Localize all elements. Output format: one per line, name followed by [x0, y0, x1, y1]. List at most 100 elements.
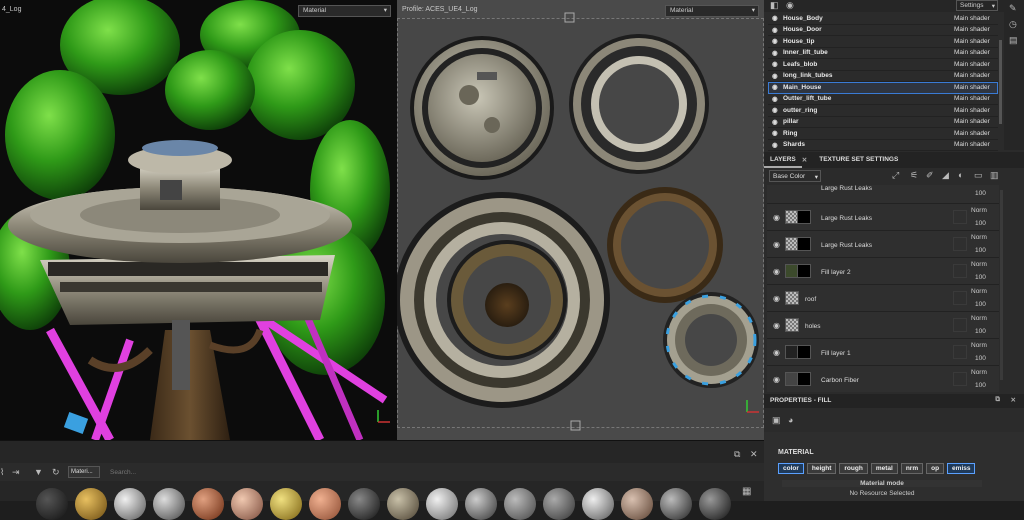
material-thumb[interactable]: [465, 488, 497, 520]
texture-set-shader[interactable]: Main shader: [954, 61, 998, 68]
layer-row[interactable]: ◉ roof Norm 100: [767, 285, 999, 312]
layer-row[interactable]: ◉ Fill layer 1 Norm 100: [767, 339, 999, 366]
layer-row-partial[interactable]: Large Rust Leaks 100: [767, 185, 999, 204]
eye-icon[interactable]: ◉: [773, 267, 780, 276]
layer-blend-mode[interactable]: Norm: [971, 234, 987, 241]
shelf-tab-materials[interactable]: Materi...: [68, 466, 100, 478]
channel-height-button[interactable]: height: [806, 463, 837, 474]
material-sphere-icon[interactable]: ◕: [788, 416, 793, 425]
texture-set-scrollbar[interactable]: [999, 40, 1002, 124]
history-icon[interactable]: ◷: [1009, 20, 1017, 29]
folder-icon[interactable]: ▭: [974, 171, 983, 180]
fill-icon[interactable]: ◢: [942, 171, 949, 180]
shelf-search-input[interactable]: [110, 466, 730, 478]
texture-set-row[interactable]: ◉ Leafs_blob Main shader: [768, 59, 998, 71]
texture-set-shader[interactable]: Main shader: [954, 107, 998, 114]
material-thumb[interactable]: [348, 488, 380, 520]
eye-icon[interactable]: ◉: [772, 95, 780, 103]
layers-scrollbar[interactable]: [1000, 190, 1003, 380]
material-thumb[interactable]: [75, 488, 107, 520]
mask-icon[interactable]: ◐: [958, 171, 963, 180]
channel-nrm-button[interactable]: nrm: [900, 463, 924, 474]
layer-blend-mode[interactable]: Norm: [971, 261, 987, 268]
material-thumb[interactable]: [699, 488, 731, 520]
channel-op-button[interactable]: op: [926, 463, 945, 474]
material-thumb[interactable]: [153, 488, 185, 520]
eye-icon[interactable]: ◉: [772, 141, 780, 149]
material-thumb[interactable]: [309, 488, 341, 520]
texture-set-row[interactable]: ◉ Inner_lift_tube Main shader: [768, 48, 998, 59]
undock-icon[interactable]: ⧉: [734, 450, 740, 459]
layer-extra-slot[interactable]: [953, 372, 967, 386]
layer-extra-slot[interactable]: [953, 318, 967, 332]
texture-set-shader[interactable]: Main shader: [954, 141, 998, 148]
texture-set-row[interactable]: ◉ Outter_lift_tube Main shader: [768, 94, 998, 105]
layer-opacity[interactable]: 100: [975, 382, 986, 389]
texture-set-row[interactable]: ◉ pillar Main shader: [768, 117, 998, 128]
layer-blend-mode[interactable]: Norm: [971, 315, 987, 322]
layer-row[interactable]: ◉ Large Rust Leaks Norm 100: [767, 204, 999, 231]
eye-icon[interactable]: ◉: [786, 1, 794, 10]
channel-metal-button[interactable]: metal: [870, 463, 898, 474]
layer-opacity[interactable]: 100: [975, 355, 986, 362]
layer-blend-mode[interactable]: Norm: [971, 342, 987, 349]
material-thumb[interactable]: [504, 488, 536, 520]
brush-icon[interactable]: ✐: [926, 171, 934, 180]
layer-extra-slot[interactable]: [953, 237, 967, 251]
texture-set-shader[interactable]: Main shader: [954, 26, 998, 33]
layer-opacity[interactable]: 100: [975, 220, 986, 227]
material-thumb[interactable]: [231, 488, 263, 520]
filter-icon[interactable]: ▼: [34, 468, 43, 477]
material-thumb[interactable]: [270, 488, 302, 520]
texture-set-row[interactable]: ◉ House_Door Main shader: [768, 25, 998, 36]
material-thumb[interactable]: [36, 488, 68, 520]
eye-icon[interactable]: ◉: [772, 49, 780, 57]
eye-icon[interactable]: ◉: [772, 83, 780, 91]
layer-extra-slot[interactable]: [953, 210, 967, 224]
tab-layers[interactable]: LAYERS: [764, 152, 802, 168]
layer-extra-slot[interactable]: [953, 264, 967, 278]
texture-set-shader[interactable]: Main shader: [954, 72, 998, 79]
tab-texture-set-settings[interactable]: TEXTURE SET SETTINGS: [813, 152, 904, 168]
layer-row[interactable]: ◉ Carbon Fiber Norm 100: [767, 366, 999, 392]
close-icon[interactable]: ✕: [802, 156, 807, 164]
material-thumb[interactable]: [660, 488, 692, 520]
texture-set-shader[interactable]: Main shader: [954, 130, 998, 137]
material-thumb[interactable]: [582, 488, 614, 520]
eye-icon[interactable]: ◉: [773, 375, 780, 384]
grid-view-icon[interactable]: ▦: [742, 487, 751, 497]
viewport-3d[interactable]: 4_Log Material ▾: [0, 0, 397, 440]
texture-set-row[interactable]: ◉ Ring Main shader: [768, 128, 998, 140]
channel-dropdown[interactable]: Base Color ▾: [769, 170, 821, 182]
close-icon[interactable]: ✕: [750, 450, 758, 459]
layer-blend-mode[interactable]: Norm: [971, 369, 987, 376]
layer-extra-slot[interactable]: [953, 291, 967, 305]
material-thumb[interactable]: [543, 488, 575, 520]
eye-icon[interactable]: ◉: [772, 106, 780, 114]
eye-icon[interactable]: ◉: [772, 118, 780, 126]
viewport-2d[interactable]: Profile: ACES_UE4_Log Material ▾: [397, 0, 764, 440]
texture-set-shader[interactable]: Main shader: [954, 49, 998, 56]
eye-icon[interactable]: ◉: [773, 321, 780, 330]
layer-extra-slot[interactable]: [953, 345, 967, 359]
document-icon[interactable]: ▤: [1009, 36, 1018, 45]
material-thumb[interactable]: [426, 488, 458, 520]
channel-emiss-button[interactable]: emiss: [947, 463, 976, 474]
layer-opacity[interactable]: 100: [975, 190, 986, 197]
material-mode-value[interactable]: No Resource Selected: [782, 490, 982, 497]
layer-blend-mode[interactable]: Norm: [971, 288, 987, 295]
layer-row[interactable]: ◉ holes Norm 100: [767, 312, 999, 339]
viewport-2d-mode-dropdown[interactable]: Material ▾: [665, 5, 759, 17]
texture-set-shader[interactable]: Main shader: [954, 84, 998, 91]
undock-icon[interactable]: ⧉: [995, 396, 1000, 404]
channel-rough-button[interactable]: rough: [839, 463, 868, 474]
material-thumb[interactable]: [387, 488, 419, 520]
close-icon[interactable]: ✕: [1011, 396, 1016, 404]
layer-opacity[interactable]: 100: [975, 328, 986, 335]
texture-set-row[interactable]: ◉ House_Body Main shader: [768, 13, 998, 25]
channel-color-button[interactable]: color: [778, 463, 804, 474]
add-effect-icon[interactable]: ⤢: [892, 171, 899, 180]
layer-opacity[interactable]: 100: [975, 247, 986, 254]
material-thumb[interactable]: [114, 488, 146, 520]
link-icon[interactable]: ⌇: [0, 468, 4, 477]
